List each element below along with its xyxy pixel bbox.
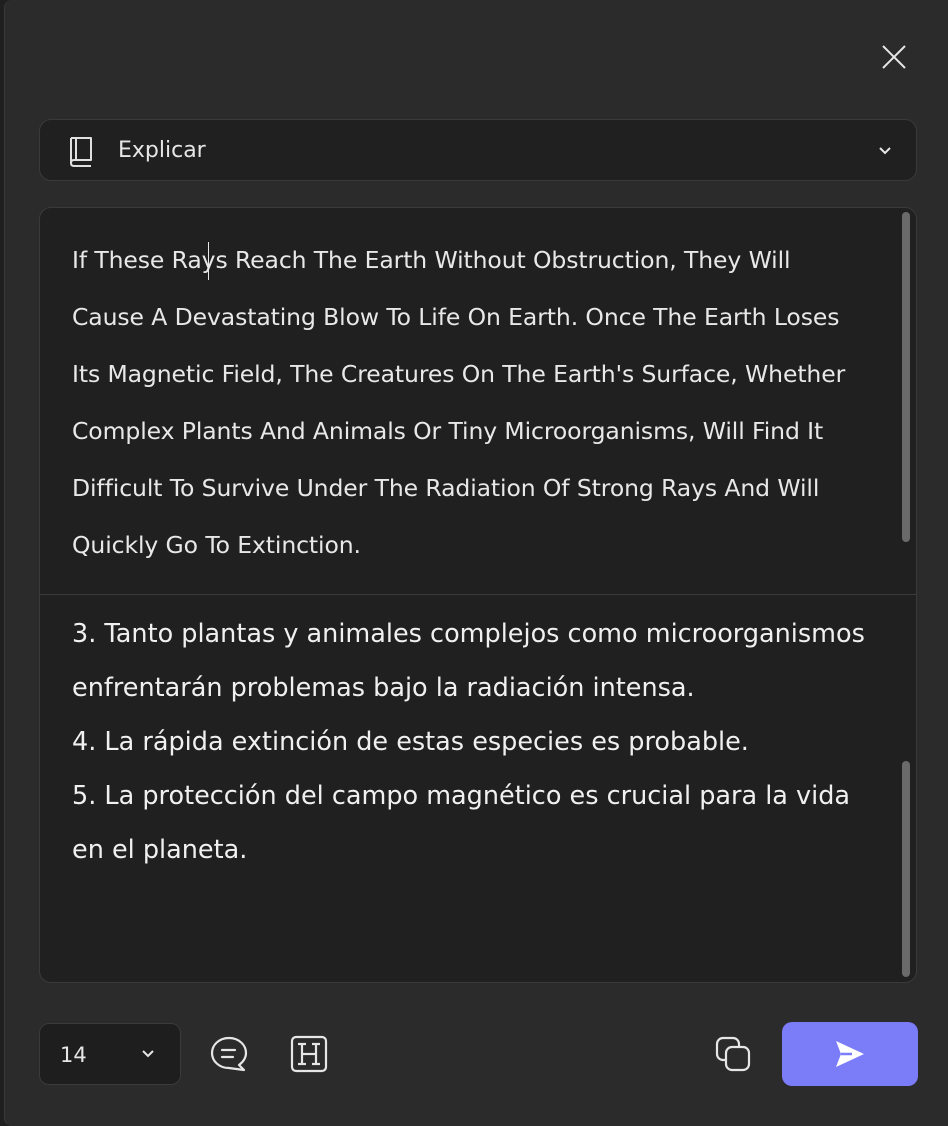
book-icon — [70, 137, 92, 167]
copy-button[interactable] — [711, 1032, 755, 1076]
result-line: 4. La rápida extinción de estas especies… — [72, 727, 749, 757]
close-icon — [882, 45, 906, 69]
font-size-select[interactable]: 14 — [39, 1023, 181, 1085]
text-cursor — [208, 242, 209, 280]
result-area: 3. Tanto plantas y animales complejos co… — [40, 595, 916, 982]
chevron-down-icon — [142, 1050, 154, 1058]
close-button[interactable] — [875, 38, 913, 76]
result-line: 3. Tanto plantas y animales complejos co… — [72, 619, 874, 703]
send-icon — [836, 1041, 864, 1067]
send-button[interactable] — [782, 1022, 918, 1086]
font-size-value: 14 — [60, 1043, 87, 1067]
copy-icon — [715, 1036, 751, 1072]
mode-label: Explicar — [118, 138, 206, 163]
ai-assistant-dialog: Explicar If These Rays Reach The Earth W… — [4, 0, 948, 1126]
source-scrollbar[interactable] — [902, 212, 910, 542]
source-text-area[interactable]: If These Rays Reach The Earth Without Ob… — [40, 208, 916, 595]
heading-button[interactable] — [287, 1032, 331, 1076]
result-line: 5. La protección del campo magnético es … — [72, 781, 859, 865]
chat-button[interactable] — [207, 1032, 251, 1076]
content-panel: If These Rays Reach The Earth Without Ob… — [39, 207, 917, 983]
chat-bubble-icon — [210, 1036, 248, 1072]
result-text: 3. Tanto plantas y animales complejos co… — [72, 607, 872, 877]
mode-dropdown[interactable]: Explicar — [39, 119, 917, 181]
result-scrollbar[interactable] — [902, 761, 910, 977]
source-text: If These Rays Reach The Earth Without Ob… — [72, 246, 846, 559]
heading-icon — [290, 1035, 328, 1073]
chevron-down-icon — [879, 147, 891, 155]
